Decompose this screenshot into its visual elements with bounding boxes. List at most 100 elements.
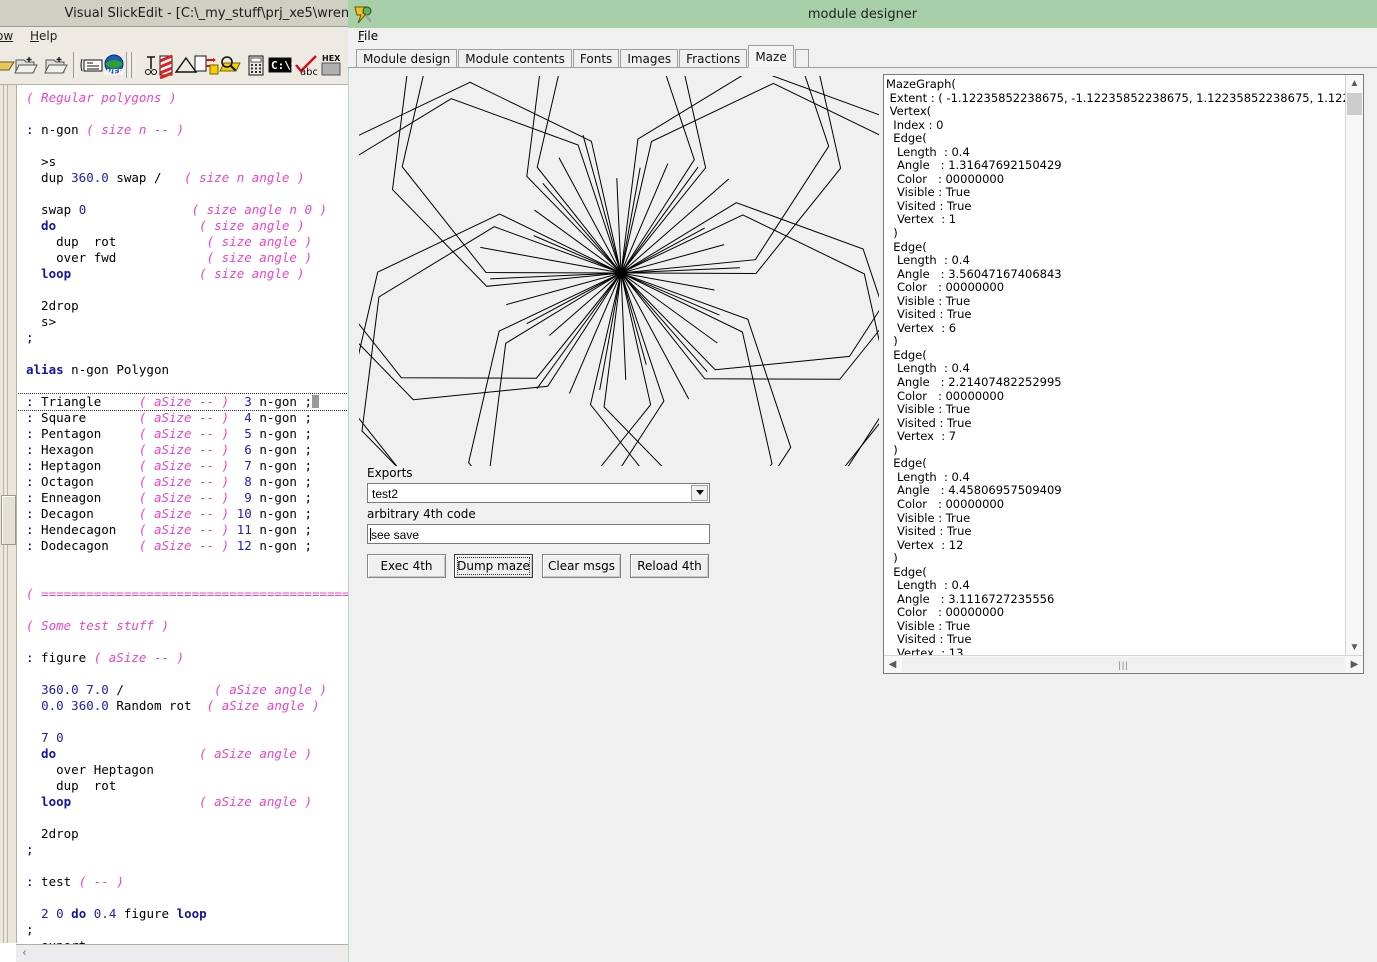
svg-text:abc: abc [300, 67, 318, 78]
svg-text:WEB: WEB [104, 68, 124, 77]
text-caret [312, 395, 320, 408]
chevron-right-icon[interactable]: ▶ [1346, 656, 1363, 673]
tab-module-design[interactable]: Module design [356, 49, 458, 68]
code-token: 4 [244, 410, 252, 425]
code-token: dup rot [26, 234, 117, 249]
code-line: : Pentagon ( aSize -- ) 5 n-gon ; [18, 426, 348, 442]
editor-vertical-scrollbar[interactable] [0, 85, 17, 943]
open-folder-add-icon[interactable] [42, 51, 70, 79]
code-token: ; [26, 842, 34, 857]
code-token: ( aSize -- ) [93, 650, 185, 665]
tab-module-contents[interactable]: Module contents [458, 49, 572, 68]
button-label: Exec 4th [380, 559, 433, 573]
tab-fractions[interactable]: Fractions [679, 49, 748, 68]
chevron-down-icon[interactable]: ▼ [1346, 639, 1363, 656]
code-line: 2drop [18, 826, 348, 842]
tab-maze[interactable]: Maze [748, 45, 794, 68]
arbitrary-code-input[interactable]: see save [367, 524, 710, 544]
web-icon[interactable]: WEB [100, 51, 128, 79]
designer-title-text: module designer [807, 6, 918, 22]
chevron-up-icon[interactable]: ▲ [1346, 75, 1363, 92]
code-token: ( aSize angle ) [199, 746, 312, 761]
chevron-left-icon[interactable]: ‹ [17, 946, 32, 960]
command-prompt-icon[interactable]: C:\> [266, 51, 294, 79]
code-token: n-gon ; [251, 506, 313, 521]
graph-vscroll-thumb[interactable] [1347, 93, 1362, 115]
code-line: dup 360.0 swap / ( size n angle ) [18, 170, 348, 186]
reload-4th-button[interactable]: Reload 4th [630, 554, 709, 578]
tab-images[interactable]: Images [620, 49, 679, 68]
code-line: do ( size angle ) [18, 218, 348, 234]
exports-group: Exports test2 arbitrary 4th code see sav… [367, 466, 717, 586]
code-token: ( size angle ) [199, 218, 305, 233]
code-token: ( size n angle ) [184, 170, 305, 185]
code-token: n-gon ; [251, 442, 313, 457]
button-label: Clear msgs [547, 559, 615, 573]
code-token: n-gon ; [251, 522, 313, 537]
maze-heptagon [536, 76, 842, 275]
exec-4th-button[interactable]: Exec 4th [367, 554, 446, 578]
maze-graph-panel: MazeGraph( Extent : ( -1.12235852238675,… [883, 74, 1364, 674]
code-token: ( Regular polygons ) [26, 90, 177, 105]
graph-vertical-scrollbar[interactable]: ▲ ▼ [1345, 75, 1363, 656]
code-token: : test [26, 874, 79, 889]
code-token: n-gon [41, 122, 87, 137]
spellcheck-icon[interactable]: abc [292, 51, 320, 79]
code-token: loop [26, 266, 72, 281]
focus-outline [457, 557, 530, 575]
dump-maze-button[interactable]: Dump maze [454, 554, 533, 578]
maze-spoke [620, 178, 730, 274]
hex-icon[interactable]: HEX [318, 51, 346, 79]
slickedit-editor-pane: ( Regular polygons ) : n-gon ( size n --… [0, 85, 348, 962]
code-token: 360.0 [71, 170, 109, 185]
code-token: >s [26, 154, 57, 169]
code-token: over fwd [26, 250, 117, 265]
code-token: ( -- ) [78, 874, 124, 889]
editor-code-area[interactable]: ( Regular polygons ) : n-gon ( size n --… [18, 85, 348, 944]
exports-combobox[interactable]: test2 [367, 483, 710, 503]
tab-fonts[interactable]: Fonts [572, 49, 620, 68]
slickedit-window: Visual SlickEdit - [C:\_my_stuff\prj_xe5… [0, 0, 349, 962]
maze-heptagon [401, 76, 707, 274]
code-line: ( Some test stuff ) [18, 618, 348, 634]
exports-label: Exports [367, 466, 413, 480]
clear-msgs-button[interactable]: Clear msgs [542, 554, 621, 578]
code-token: 7 0 [41, 730, 64, 745]
code-token: : Octagon [26, 474, 139, 489]
code-line: : Octagon ( aSize -- ) 8 n-gon ; [18, 474, 348, 490]
arbitrary-code-value: see save [371, 528, 420, 542]
graph-hscroll-thumb[interactable]: ||| [902, 657, 1345, 672]
code-line: : n-gon ( size n -- ) [18, 122, 348, 138]
menu-file[interactable]: File [358, 29, 378, 43]
chevron-down-icon[interactable] [691, 485, 708, 501]
code-token: 7 [244, 458, 252, 473]
editor-horizontal-scrollbar[interactable]: ‹ [16, 944, 348, 962]
code-token: loop [176, 906, 207, 921]
scrollbar-thumb[interactable] [1, 495, 16, 545]
code-token: ; [26, 922, 34, 937]
module-designer-window: module designer File Module design Module… [348, 0, 1377, 962]
chevron-left-icon[interactable]: ◀ [884, 656, 901, 673]
code-line: ( ======================================… [18, 586, 348, 602]
code-line: ; [18, 922, 348, 938]
code-line: s> [18, 314, 348, 330]
code-token: Random rot [108, 698, 207, 713]
menu-window[interactable]: ow [0, 29, 13, 43]
code-token: n-gon ; [251, 394, 313, 409]
graph-horizontal-scrollbar[interactable]: ◀ ||| ▶ [884, 655, 1363, 673]
menu-help[interactable]: Help [30, 29, 57, 43]
code-token: swap / [108, 170, 185, 185]
code-token: : figure [26, 650, 94, 665]
code-token: ( size angle n 0 ) [191, 202, 328, 217]
open-folder-icon[interactable] [12, 51, 40, 79]
maze-graph-dump-text[interactable]: MazeGraph( Extent : ( -1.12235852238675,… [884, 75, 1346, 656]
file-search-icon[interactable] [216, 51, 244, 79]
